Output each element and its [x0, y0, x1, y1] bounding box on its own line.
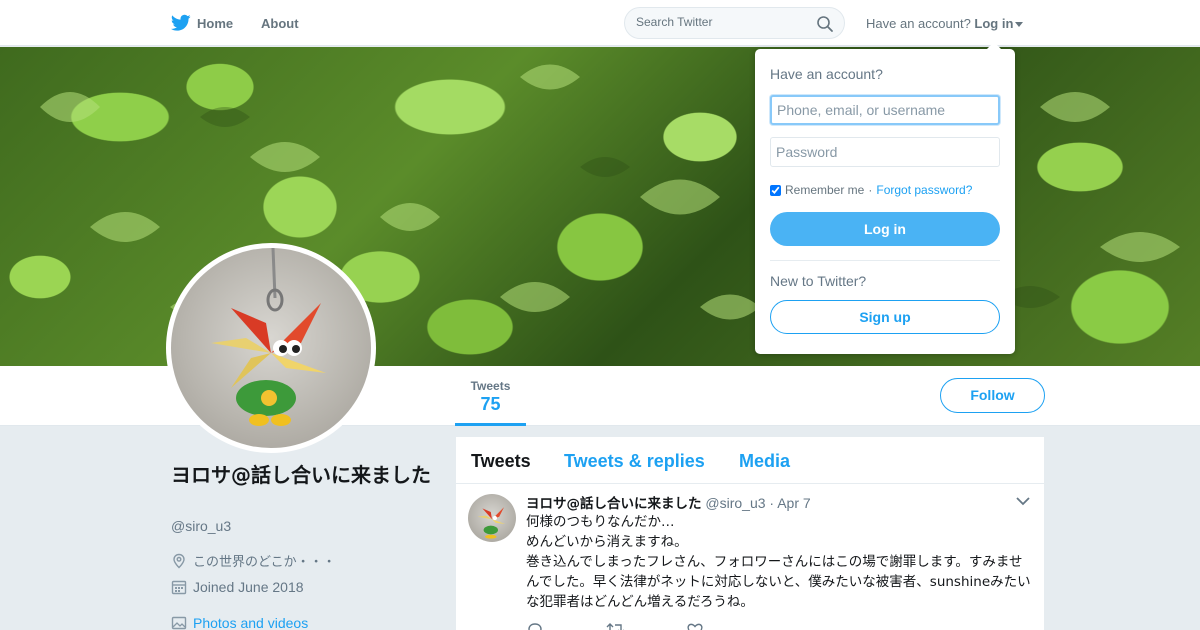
- tweet-actions: [526, 621, 826, 630]
- have-account-text: Have an account?: [866, 16, 971, 31]
- stat-tweets[interactable]: Tweets 75: [455, 366, 526, 426]
- forgot-password-link[interactable]: Forgot password?: [876, 183, 972, 197]
- tweet-line: 何様のつもりなんだか…: [526, 514, 675, 530]
- profile-location: この世界のどこか・・・: [171, 551, 336, 570]
- profile-handle[interactable]: @siro_u3: [171, 518, 231, 534]
- calendar-icon: [171, 580, 187, 595]
- search-box[interactable]: [624, 7, 845, 39]
- timeline: Tweets Tweets & replies Media ヨロサ@話し合いに来…: [456, 437, 1044, 630]
- follow-button[interactable]: Follow: [940, 378, 1045, 413]
- twitter-logo-icon[interactable]: [171, 14, 191, 32]
- remember-me-checkbox[interactable]: [770, 184, 781, 196]
- signup-button[interactable]: Sign up: [770, 300, 1000, 334]
- photos-videos-link[interactable]: Photos and videos: [171, 615, 308, 630]
- username-field[interactable]: [770, 95, 1000, 125]
- pinwheel-keychain-image: [211, 248, 326, 426]
- image-icon: [171, 616, 187, 630]
- tab-tweets-replies[interactable]: Tweets & replies: [564, 451, 705, 472]
- avatar-image: [171, 248, 371, 448]
- profile-joined: Joined June 2018: [171, 579, 304, 595]
- login-button[interactable]: Log in: [770, 212, 1000, 246]
- nav-about-link[interactable]: About: [261, 16, 299, 31]
- remember-me-row: Remember me · Forgot password?: [770, 183, 972, 197]
- profile-location-text: この世界のどこか・・・: [193, 555, 336, 570]
- login-menu-toggle[interactable]: Have an account? Log in: [866, 16, 1024, 31]
- top-nav: Home About Have an account? Log in: [0, 0, 1200, 46]
- search-icon[interactable]: [816, 15, 834, 33]
- tweet-text: 何様のつもりなんだか… めんどいから消えますね。 巻き込んでしまったフレさん、フ…: [526, 512, 1031, 612]
- profile-display-name[interactable]: ヨロサ@話し合いに来ました: [171, 461, 441, 489]
- location-pin-icon: [173, 553, 185, 568]
- stat-tweets-label: Tweets: [470, 379, 511, 393]
- login-dropdown: Have an account? Remember me · Forgot pa…: [755, 42, 1015, 354]
- tweet-author-name[interactable]: ヨロサ@話し合いに来ました: [526, 496, 702, 512]
- tab-media[interactable]: Media: [739, 451, 790, 472]
- chevron-down-icon[interactable]: [1016, 496, 1030, 506]
- reply-icon[interactable]: [526, 621, 544, 630]
- tweet-date[interactable]: Apr 7: [777, 495, 810, 511]
- photos-videos-label[interactable]: Photos and videos: [193, 615, 308, 630]
- profile-joined-text: Joined June 2018: [193, 579, 304, 595]
- tweet-header: ヨロサ@話し合いに来ました @siro_u3 · Apr 7: [526, 492, 811, 512]
- stat-tweets-value: 75: [480, 394, 501, 414]
- nav-home-link[interactable]: Home: [197, 16, 233, 31]
- tweet-line: 巻き込んでしまったフレさん、フォロワーさんにはこの場で謝罪します。すみませんでし…: [526, 554, 1031, 610]
- tab-tweets[interactable]: Tweets: [471, 451, 531, 472]
- new-to-twitter-label: New to Twitter?: [770, 273, 867, 289]
- heart-icon[interactable]: [686, 621, 704, 630]
- search-input[interactable]: [636, 15, 806, 29]
- tweet-separator: ·: [769, 495, 775, 511]
- tweet-avatar-image: [477, 507, 506, 539]
- caret-down-icon[interactable]: [1015, 22, 1024, 28]
- password-field[interactable]: [770, 137, 1000, 167]
- timeline-tabs: Tweets Tweets & replies Media: [456, 437, 1044, 484]
- dropdown-title: Have an account?: [770, 66, 883, 82]
- tweet-author-handle[interactable]: @siro_u3: [705, 495, 765, 511]
- retweet-icon[interactable]: [606, 621, 626, 630]
- remember-me-label[interactable]: Remember me: [785, 183, 864, 197]
- remember-separator: ·: [868, 183, 873, 197]
- tweet-avatar[interactable]: [468, 494, 516, 542]
- profile-avatar[interactable]: [166, 243, 376, 453]
- divider: [770, 260, 1000, 261]
- tweet-line: めんどいから消えますね。: [526, 534, 688, 550]
- login-menu-label[interactable]: Log in: [974, 16, 1013, 31]
